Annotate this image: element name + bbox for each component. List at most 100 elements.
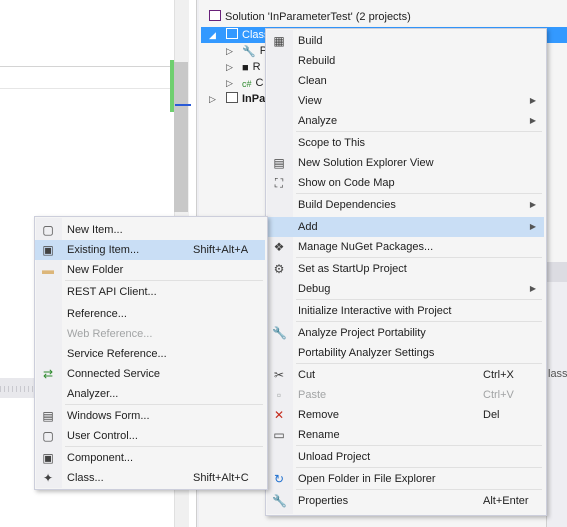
menu-item-scope-to-this[interactable]: Scope to This xyxy=(266,133,544,153)
collapse-arrow-icon[interactable]: ▷ xyxy=(226,46,233,57)
wrench-icon: 🔧 xyxy=(242,46,256,58)
menu-item-portability-analyzer-settings[interactable]: Portability Analyzer Settings xyxy=(266,343,544,363)
menu-item-component[interactable]: ▣ Component... xyxy=(35,448,265,468)
menu-item-label: Windows Form... xyxy=(67,410,150,422)
menu-item-manage-nuget-packages[interactable]: ❖ Manage NuGet Packages... xyxy=(266,237,544,257)
menu-item-label: Analyzer... xyxy=(67,388,119,400)
tree-item[interactable]: 🔧 P xyxy=(242,43,267,59)
menu-item-label: Unload Project xyxy=(298,451,371,463)
component-icon: ▣ xyxy=(42,451,54,465)
change-marker xyxy=(170,60,174,112)
menu-separator xyxy=(296,299,542,300)
menu-separator xyxy=(296,467,542,468)
remove-icon: ✕ xyxy=(273,408,285,422)
wrench-icon: 🔧 xyxy=(272,326,287,340)
menu-item-rename[interactable]: ▭ Rename xyxy=(266,425,544,445)
menu-separator xyxy=(65,404,263,405)
menu-item-existing-item[interactable]: ▣ Existing Item... Shift+Alt+A xyxy=(35,240,265,260)
menu-item-service-reference[interactable]: Service Reference... xyxy=(35,344,265,364)
menu-item-cut[interactable]: ✂ Cut Ctrl+X xyxy=(266,365,544,385)
menu-item-connected-service[interactable]: ⇄ Connected Service xyxy=(35,364,265,384)
menu-item-label: Debug xyxy=(298,283,331,295)
menu-item-initialize-interactive-with-project[interactable]: Initialize Interactive with Project xyxy=(266,301,544,321)
scrollbar-thumb[interactable] xyxy=(174,62,188,212)
submenu-arrow-icon: ▶ xyxy=(529,116,536,125)
menu-item-label: View xyxy=(298,95,322,107)
collapse-arrow-icon[interactable]: ▷ xyxy=(226,62,233,73)
menu-item-set-as-startup-project[interactable]: ⚙ Set as StartUp Project xyxy=(266,259,544,279)
menu-item-windows-form[interactable]: ▤ Windows Form... xyxy=(35,406,265,426)
solution-node[interactable]: Solution 'InParameterTest' (2 projects) xyxy=(209,9,411,25)
tree-item-label: C xyxy=(255,77,264,89)
menu-item-analyzer[interactable]: Analyzer... xyxy=(35,384,265,404)
menu-item-unload-project[interactable]: Unload Project xyxy=(266,447,544,467)
menu-item-label: Rename xyxy=(298,429,340,441)
caret-marker xyxy=(175,104,191,106)
menu-item-properties[interactable]: 🔧 Properties Alt+Enter xyxy=(266,491,544,511)
menu-item-remove[interactable]: ✕ Remove Del xyxy=(266,405,544,425)
menu-item-user-control[interactable]: ▢ User Control... xyxy=(35,426,265,446)
menu-item-new-folder[interactable]: ▬ New Folder xyxy=(35,260,265,280)
collapse-arrow-icon[interactable]: ▷ xyxy=(209,94,216,105)
expand-arrow-icon[interactable]: ◢ xyxy=(209,30,216,41)
menu-item-clean[interactable]: Clean xyxy=(266,71,544,91)
menu-item-shortcut: Del xyxy=(483,409,500,421)
menu-item-label: User Control... xyxy=(67,430,138,442)
menu-item-label: Set as StartUp Project xyxy=(298,263,407,275)
menu-item-label: Open Folder in File Explorer xyxy=(298,473,436,485)
new-item-icon: ▢ xyxy=(42,223,54,237)
project-node[interactable]: Class xyxy=(226,27,270,43)
menu-item-build-dependencies[interactable]: Build Dependencies ▶ xyxy=(266,195,544,215)
menu-separator xyxy=(65,280,263,281)
menu-separator xyxy=(296,445,542,446)
menu-item-label: Initialize Interactive with Project xyxy=(298,305,452,317)
collapse-arrow-icon[interactable]: ▷ xyxy=(226,78,233,89)
menu-item-label: Web Reference... xyxy=(67,328,153,340)
tree-item-label: R xyxy=(252,61,261,73)
menu-item-open-folder-in-file-explorer[interactable]: ↻ Open Folder in File Explorer xyxy=(266,469,544,489)
menu-item-label: Paste xyxy=(298,389,327,401)
menu-item-label: Build xyxy=(298,35,323,47)
project-node[interactable]: InPa xyxy=(226,91,265,107)
tree-item[interactable]: ■ R xyxy=(242,59,261,75)
menu-item-view[interactable]: View ▶ xyxy=(266,91,544,111)
editor-divider xyxy=(0,88,172,89)
menu-item-shortcut: Ctrl+X xyxy=(483,369,514,381)
references-icon: ■ xyxy=(242,62,249,74)
menu-item-label: Clean xyxy=(298,75,327,87)
menu-item-label: Properties xyxy=(298,495,349,507)
menu-item-label: Connected Service xyxy=(67,368,160,380)
menu-item-reference[interactable]: Reference... xyxy=(35,304,265,324)
csharp-file-icon: c# xyxy=(242,79,252,89)
menu-item-shortcut: Ctrl+V xyxy=(483,389,514,401)
menu-item-debug[interactable]: Debug ▶ xyxy=(266,279,544,299)
submenu-arrow-icon: ▶ xyxy=(529,284,536,293)
properties-panel xyxy=(546,262,567,527)
build-icon: ▦ xyxy=(273,34,285,48)
menu-separator xyxy=(296,363,542,364)
project-label: InPa xyxy=(242,93,266,105)
menu-item-analyze-project-portability[interactable]: 🔧 Analyze Project Portability xyxy=(266,323,544,343)
menu-separator xyxy=(296,321,542,322)
menu-item-build[interactable]: ▦ Build xyxy=(266,31,544,51)
menu-item-label: Class... xyxy=(67,472,104,484)
menu-item-new-item[interactable]: ▢ New Item... xyxy=(35,220,265,240)
menu-separator xyxy=(65,446,263,447)
menu-item-analyze[interactable]: Analyze ▶ xyxy=(266,111,544,131)
menu-item-add[interactable]: Add ▶ xyxy=(266,217,544,237)
menu-item-show-on-code-map[interactable]: ⛶ Show on Code Map xyxy=(266,173,544,193)
menu-item-label: Service Reference... xyxy=(67,348,167,360)
menu-item-label: Rebuild xyxy=(298,55,336,67)
menu-item-label: Component... xyxy=(67,452,134,464)
tree-item[interactable]: c# C xyxy=(242,75,263,91)
menu-item-label: New Item... xyxy=(67,224,123,236)
csharp-project-icon xyxy=(226,28,238,39)
menu-item-label: Build Dependencies xyxy=(298,199,396,211)
menu-item-label: Existing Item... xyxy=(67,244,140,256)
menu-item-label: Show on Code Map xyxy=(298,177,395,189)
menu-item-class[interactable]: ✦ Class... Shift+Alt+C xyxy=(35,468,265,488)
menu-item-rest-api-client[interactable]: REST API Client... xyxy=(35,282,265,302)
menu-item-rebuild[interactable]: Rebuild xyxy=(266,51,544,71)
menu-item-new-solution-explorer-view[interactable]: ▤ New Solution Explorer View xyxy=(266,153,544,173)
connected-service-icon: ⇄ xyxy=(42,367,54,381)
